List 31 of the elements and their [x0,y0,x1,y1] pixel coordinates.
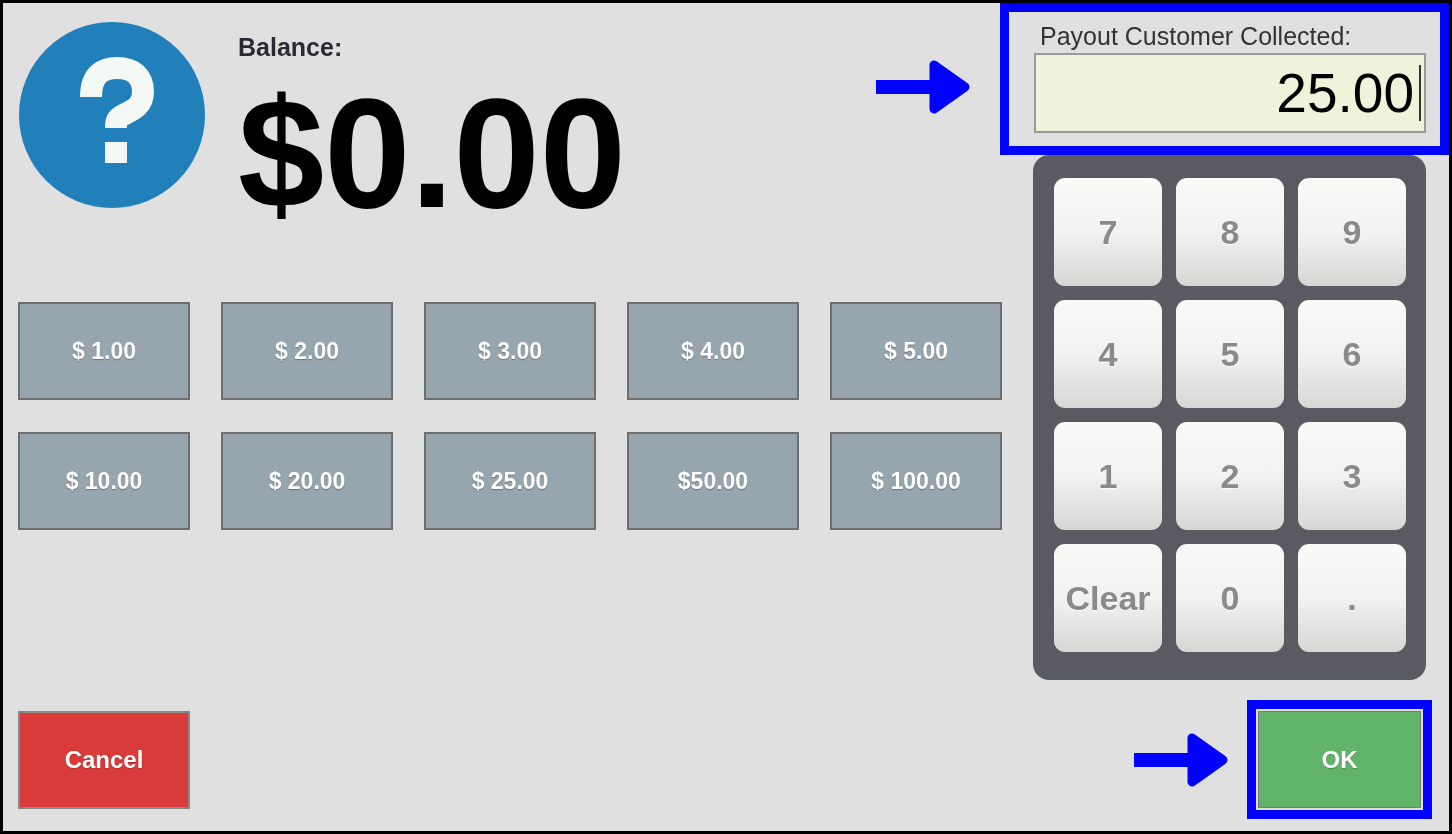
keypad-key[interactable]: 1 [1054,422,1162,530]
keypad-key[interactable]: 7 [1054,178,1162,286]
keypad-key[interactable]: Clear [1054,544,1162,652]
ok-button[interactable]: OK [1258,711,1421,808]
amount-button[interactable]: $ 4.00 [627,302,799,400]
balance-amount: $0.00 [238,76,626,231]
amount-button[interactable]: $50.00 [627,432,799,530]
amount-button[interactable]: $ 25.00 [424,432,596,530]
keypad-key[interactable]: 0 [1176,544,1284,652]
arrow-icon [1134,732,1228,787]
keypad-key[interactable]: 4 [1054,300,1162,408]
cancel-button[interactable]: Cancel [18,711,190,809]
keypad-key[interactable]: 8 [1176,178,1284,286]
keypad-key[interactable]: 2 [1176,422,1284,530]
keypad-key[interactable]: 3 [1298,422,1406,530]
field-label: Payout Customer Collected: [1040,22,1353,51]
amount-button[interactable]: $ 5.00 [830,302,1002,400]
keypad-key[interactable]: 5 [1176,300,1284,408]
amount-button[interactable]: $ 20.00 [221,432,393,530]
amount-button[interactable]: $ 10.00 [18,432,190,530]
amount-button[interactable]: $ 3.00 [424,302,596,400]
keypad-key[interactable]: 9 [1298,178,1406,286]
input-field[interactable]: 25.00 [1034,53,1426,133]
keypad-key[interactable]: 6 [1298,300,1406,408]
balance-label: Balance: [238,33,344,62]
amount-button[interactable]: $ 1.00 [18,302,190,400]
amount-button[interactable]: $ 2.00 [221,302,393,400]
amount-button[interactable]: $ 100.00 [830,432,1002,530]
help-icon [19,22,205,208]
keypad-key[interactable]: . [1298,544,1406,652]
arrow-icon [876,60,970,114]
